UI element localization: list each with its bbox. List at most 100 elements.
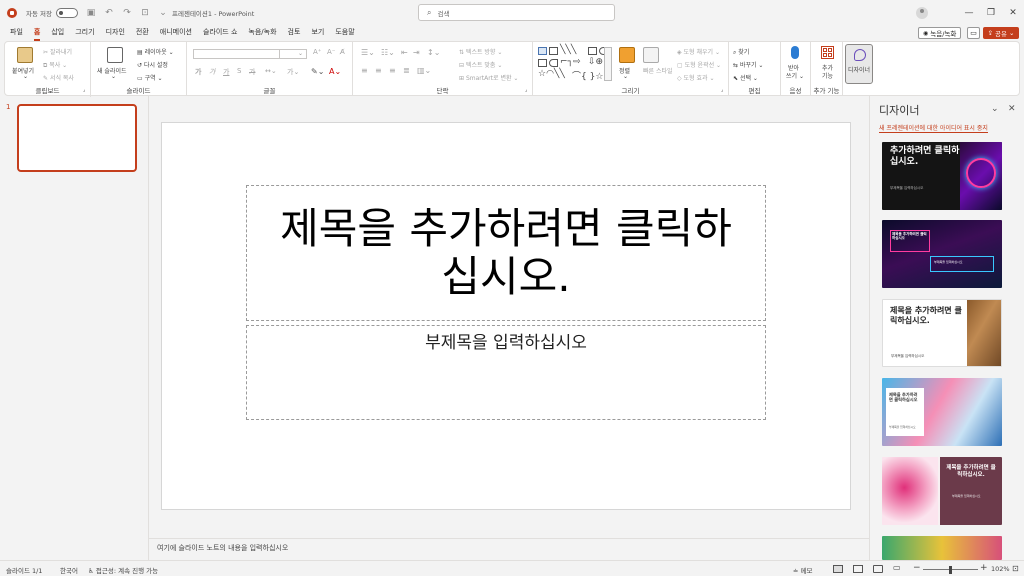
replace-button[interactable]: ⇆ 바꾸기 ⌄ [733,60,763,69]
smartart-button[interactable]: ⊞ SmartArt로 변환 ⌄ [459,73,518,82]
layout-button[interactable]: ▤ 레이아웃 ⌄ [137,47,174,56]
columns-icon[interactable]: ▥⌄ [417,66,431,75]
tab-insert[interactable]: 삽입 [51,27,64,39]
text-direction-button[interactable]: ⇅ 텍스트 방향 ⌄ [459,47,502,56]
undo-icon[interactable]: ↶ [104,8,114,18]
font-color-icon[interactable]: A⌄ [329,67,341,76]
avatar[interactable] [916,6,928,19]
tab-help[interactable]: 도움말 [335,27,354,39]
quick-styles-button[interactable]: 빠른 스타일 [643,66,673,75]
shapes-scrollbar[interactable] [604,47,612,81]
new-slide-icon[interactable] [107,47,123,63]
design-idea-4[interactable]: 제목을 추가하려면 클릭하십시오 부제목을 입력하십시오 [882,378,1002,446]
tab-record[interactable]: 녹음/녹화 [248,27,276,39]
dictate-button-line2[interactable]: 쓰기 ⌄ [786,71,804,80]
increase-indent-icon[interactable]: ⇥ [413,48,420,57]
designer-button[interactable]: 디자이너 [845,44,873,84]
bullets-icon[interactable]: ☰⌄ [361,48,375,57]
shape-effects-button[interactable]: ◇ 도형 효과 ⌄ [677,73,714,82]
close-icon[interactable]: ✕ [1008,104,1016,114]
microphone-icon[interactable] [791,46,799,59]
close-icon[interactable]: ✕ [1002,8,1024,18]
justify-icon[interactable]: ≣ [403,66,410,75]
paste-icon[interactable] [17,47,33,63]
fit-to-window-icon[interactable]: ⊡ [1012,564,1019,573]
dialog-launcher-icon[interactable]: ⌟ [525,87,527,93]
chevron-down-icon[interactable]: ⌄ [23,73,28,80]
tab-draw[interactable]: 그리기 [75,27,94,39]
change-case-icon[interactable]: 가⌄ [287,67,299,77]
reading-view-icon[interactable] [873,565,883,573]
autosave-toggle[interactable] [56,7,78,18]
tab-design[interactable]: 디자인 [106,27,125,39]
copy-button[interactable]: ⧉ 복사 ⌄ [43,60,67,70]
tab-home[interactable]: 홈 [33,27,41,41]
character-spacing-icon[interactable]: ↔⌄ [265,67,277,75]
font-size-select[interactable]: ⌄ [279,49,307,59]
format-painter-button[interactable]: ✎ 서식 복사 [43,73,74,82]
dialog-launcher-icon[interactable]: ⌟ [721,87,723,93]
decrease-font-icon[interactable]: A⁻ [327,48,335,56]
tab-view[interactable]: 보기 [311,27,324,39]
quick-styles-icon[interactable] [643,47,659,63]
rect-shape-icon[interactable] [538,59,547,67]
bold-icon[interactable]: 가 [195,67,201,77]
triangle-shape-icon[interactable] [549,59,558,67]
align-left-icon[interactable]: ≡ [361,66,368,75]
align-center-icon[interactable]: ≡ [375,66,382,75]
strikethrough-icon[interactable]: 가 [249,67,255,77]
comments-button[interactable]: ▭ [967,27,980,39]
shape-outline-button[interactable]: ▢ 도형 윤곽선 ⌄ [677,60,721,69]
italic-icon[interactable]: 가 [209,67,215,77]
normal-view-icon[interactable] [833,565,843,573]
select-button[interactable]: ⬉ 선택 ⌄ [733,73,758,82]
cut-button[interactable]: ✂ 잘라내기 [43,47,72,56]
design-idea-3[interactable]: 제목을 추가하려면 클릭하십시오. 부제목을 입력하십시오 [882,299,1002,367]
save-icon[interactable]: ▣ [86,8,96,18]
design-idea-1[interactable]: 추가하려면 클릭하십시오. 부제목을 입력하십시오 [882,142,1002,210]
highlight-icon[interactable]: ✎⌄ [311,67,324,76]
brace-shape-icon[interactable]: ⌒{ }☆ [572,69,603,82]
arrange-icon[interactable] [619,47,635,63]
shape-fill-button[interactable]: ◈ 도형 채우기 ⌄ [677,47,720,56]
shapes-gallery[interactable]: ╲╲╲ ⌐┐⇨ ⇩⊕ ☆◠╲╲ ⌒{ }☆ [538,45,610,82]
tab-slideshow[interactable]: 슬라이드 쇼 [203,27,237,39]
redo-icon[interactable]: ↷ [122,8,132,18]
share-button[interactable]: ⇪ 공유 ⌄ [983,27,1019,39]
zoom-level[interactable]: 102% [991,565,1010,573]
customize-qat-icon[interactable]: ⌄ [158,8,168,18]
zoom-slider-thumb[interactable] [949,566,952,574]
align-right-icon[interactable]: ≡ [389,66,396,75]
notes-pane[interactable]: 여기에 슬라이드 노트의 내용을 입력하십시오 [149,538,869,560]
reset-button[interactable]: ↺ 다시 설정 [137,60,168,69]
restore-icon[interactable]: ❐ [980,8,1002,18]
line-spacing-icon[interactable]: ↕⌄ [427,48,440,57]
textbox-shape-icon[interactable] [538,47,547,55]
stop-showing-ideas-link[interactable]: 새 프레젠테이션에 대한 아이디어 표시 중지 [879,123,988,133]
line-shape-icon[interactable]: ╲╲╲ [560,45,576,55]
record-button[interactable]: ◉ 녹음/녹화 [918,27,962,39]
minimize-icon[interactable]: — [958,8,980,18]
design-idea-5[interactable]: 제목을 추가하려면 클릭하십시오. 부제목을 입력하십시오 [882,457,1002,525]
language-indicator[interactable]: 한국어 [60,565,78,575]
arrow-shape-icon[interactable]: ⇩⊕ [588,57,603,67]
align-text-button[interactable]: ⊟ 텍스트 맞춤 ⌄ [459,60,502,69]
search-input[interactable]: ⌕ 검색 [418,4,615,21]
design-idea-6[interactable] [882,536,1002,560]
clear-formatting-icon[interactable]: A̸ [340,48,345,56]
title-placeholder[interactable]: 제목을 추가하려면 클릭하 십시오. [246,185,766,321]
tab-review[interactable]: 검토 [288,27,301,39]
decrease-indent-icon[interactable]: ⇤ [401,48,408,57]
notes-toggle[interactable]: ≐ 메모 [793,565,813,575]
connector-shape-icon[interactable]: ⌐┐⇨ [560,57,581,67]
tab-file[interactable]: 파일 [10,27,23,39]
zoom-in-icon[interactable]: + [980,563,988,573]
slide-thumbnail[interactable] [17,104,137,172]
chevron-down-icon[interactable]: ⌄ [991,104,999,114]
slideshow-icon[interactable]: ▭ [893,563,901,572]
start-from-beginning-icon[interactable]: ⊡ [140,8,150,18]
design-idea-2[interactable]: 제목을 추가하려면 클릭하십시오 부제목을 입력하십시오 [882,220,1002,288]
numbering-icon[interactable]: ☷⌄ [381,48,395,57]
chevron-down-icon[interactable]: ⌄ [623,73,628,80]
zoom-out-icon[interactable]: − [913,563,921,573]
